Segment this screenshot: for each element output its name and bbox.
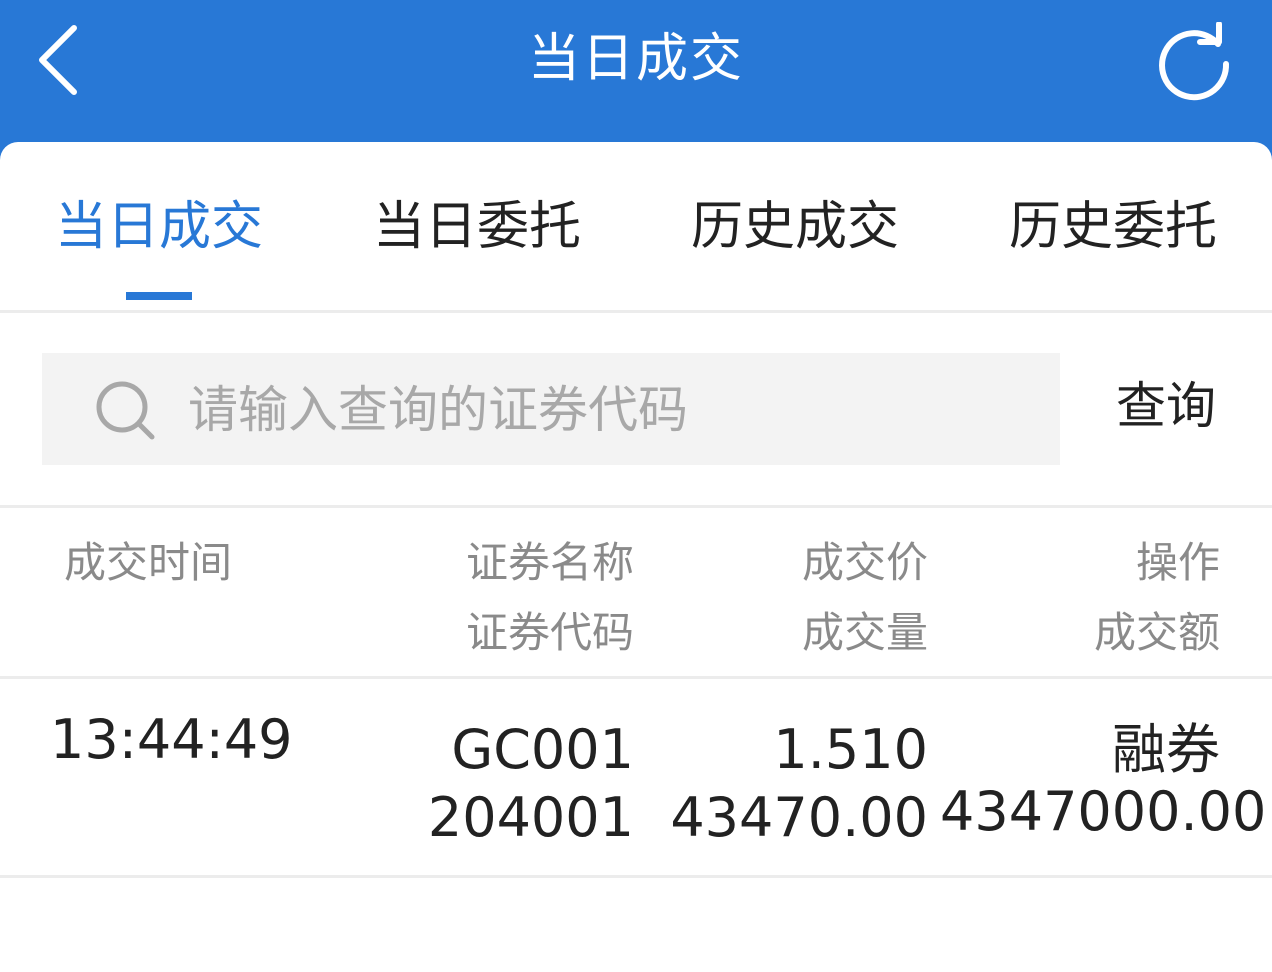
col-header-code: 证券代码 bbox=[465, 608, 634, 657]
col-header-amount: 成交额 bbox=[1093, 608, 1220, 657]
col-header-volume: 成交量 bbox=[801, 608, 928, 657]
tab-history-trades[interactable]: 历史成交 bbox=[665, 194, 925, 260]
table-header: 成交时间 证券名称 证券代码 成交价 成交量 操作 成交额 bbox=[0, 508, 1272, 679]
trade-price: 1.510 bbox=[773, 718, 928, 781]
table-row[interactable]: 13:44:49 GC001 204001 1.510 43470.00 融券 … bbox=[0, 679, 1272, 878]
col-header-time: 成交时间 bbox=[64, 538, 233, 587]
refresh-icon bbox=[1159, 21, 1230, 101]
query-button[interactable]: 查询 bbox=[1098, 373, 1234, 439]
trade-volume: 43470.00 bbox=[670, 786, 928, 849]
active-tab-indicator bbox=[126, 292, 192, 300]
search-input[interactable] bbox=[188, 377, 1028, 443]
search-icon bbox=[96, 381, 155, 440]
app-screen: 当日成交 当日成交 当日委托 历史成交 历史委托 请输入查询的证券代码 查询 成… bbox=[0, 0, 1272, 972]
page-title: 当日成交 bbox=[527, 29, 744, 89]
trade-amount: 4347000.00 bbox=[940, 780, 1267, 843]
col-header-operation: 操作 bbox=[1135, 538, 1220, 587]
security-name: GC001 bbox=[451, 718, 634, 781]
col-header-name: 证券名称 bbox=[465, 538, 634, 587]
col-header-price: 成交价 bbox=[801, 538, 928, 587]
search-row: 查询 bbox=[0, 313, 1272, 508]
top-nav-bar: 当日成交 bbox=[0, 0, 1272, 142]
tab-today-orders[interactable]: 当日委托 bbox=[347, 194, 607, 260]
refresh-button[interactable] bbox=[1152, 21, 1236, 102]
trade-time: 13:44:49 bbox=[50, 708, 293, 771]
security-code: 204001 bbox=[427, 786, 634, 849]
content-card: 当日成交 当日委托 历史成交 历史委托 查询 成交时间 证券名称 证券代码 成交… bbox=[0, 142, 1272, 972]
tab-bar: 当日成交 当日委托 历史成交 历史委托 bbox=[0, 142, 1272, 313]
search-box[interactable] bbox=[42, 353, 1060, 465]
trade-operation: 融券 bbox=[1112, 718, 1220, 781]
tab-history-orders[interactable]: 历史委托 bbox=[983, 194, 1243, 260]
tab-today-trades[interactable]: 当日成交 bbox=[29, 194, 289, 260]
